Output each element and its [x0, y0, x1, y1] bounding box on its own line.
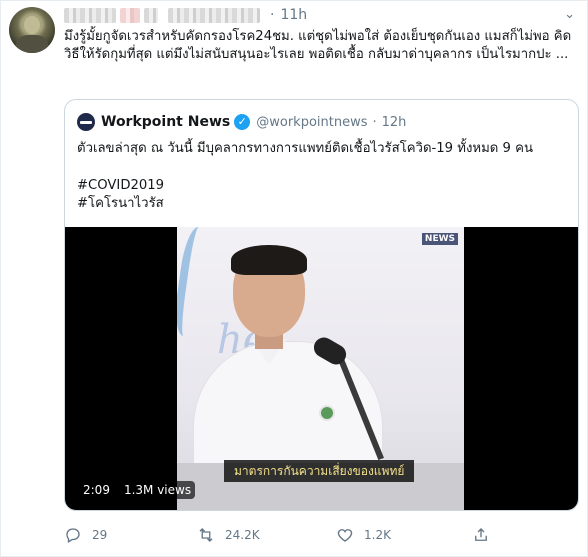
reply-button[interactable]: 29: [64, 526, 107, 544]
tweet-actions: 29 24.2K 1.2K: [64, 526, 579, 548]
redacted-name-part: [144, 7, 158, 23]
share-button[interactable]: [472, 526, 490, 544]
shirt-emblem: [319, 405, 335, 421]
like-count: 1.2K: [364, 528, 391, 542]
redacted-handle[interactable]: [168, 7, 260, 23]
avatar-face: [24, 16, 40, 34]
heart-icon: [337, 529, 353, 542]
speaker-hair: [231, 245, 307, 275]
share-icon: [475, 528, 487, 541]
tweet-timestamp[interactable]: 11h: [280, 7, 307, 23]
quoted-tweet-header: Workpoint News ✓ @workpointnews · 12h: [77, 112, 406, 132]
redacted-display-name[interactable]: [64, 7, 116, 23]
quoted-author-handle[interactable]: @workpointnews: [256, 115, 367, 130]
tweet-header: · 11h: [64, 5, 307, 25]
redacted-name-emoji: [120, 7, 140, 23]
quoted-author-name[interactable]: Workpoint News: [101, 114, 230, 130]
video-meta: 2:09 1.3M views: [79, 481, 196, 499]
quoted-separator: ·: [372, 114, 377, 130]
header-separator: ·: [270, 7, 275, 23]
retweet-button[interactable]: 24.2K: [197, 526, 260, 544]
video-duration: 2:09: [79, 481, 114, 499]
avatar-body: [16, 35, 48, 53]
author-avatar[interactable]: [9, 7, 55, 53]
tweet-card[interactable]: · 11h ⌄ มึงรู้มั้ยกูจัดเวรสำหรับคัดกรองโ…: [0, 0, 588, 557]
workpoint-logo-icon[interactable]: [77, 113, 95, 131]
quoted-timestamp[interactable]: 12h: [382, 115, 407, 130]
chevron-down-icon[interactable]: ⌄: [564, 7, 575, 22]
quoted-hashtags: #COVID2019 #โคโรนาไวรัส: [77, 177, 164, 213]
reply-icon: [66, 528, 80, 543]
quoted-tweet[interactable]: Workpoint News ✓ @workpointnews · 12h ตั…: [64, 99, 579, 511]
tweet-text: มึงรู้มั้ยกูจัดเวรสำหรับคัดกรองโรค24ชม. …: [64, 29, 572, 62]
verified-badge-icon: ✓: [234, 114, 251, 130]
retweet-count: 24.2K: [225, 528, 260, 542]
quoted-tweet-text: ตัวเลขล่าสุด ณ วันนี้ มีบุคลากรทางการแพท…: [77, 141, 533, 156]
retweet-icon: [199, 528, 213, 542]
video-watermark: NEWS: [421, 233, 458, 245]
hashtag-coronavirus[interactable]: #โคโรนาไวรัส: [77, 195, 164, 213]
video-views: 1.3M views: [119, 481, 196, 499]
video-player[interactable]: he NEWS มาตรการกันความเสี่ยงของแพทย์ 2:0…: [65, 227, 578, 510]
hashtag-covid2019[interactable]: #COVID2019: [77, 177, 164, 195]
video-subtitle: มาตรการกันความเสี่ยงของแพทย์: [224, 460, 415, 482]
video-frame: he NEWS มาตรการกันความเสี่ยงของแพทย์: [177, 227, 464, 510]
like-button[interactable]: 1.2K: [336, 526, 391, 544]
backdrop-swoosh: [177, 227, 217, 339]
reply-count: 29: [92, 528, 108, 542]
